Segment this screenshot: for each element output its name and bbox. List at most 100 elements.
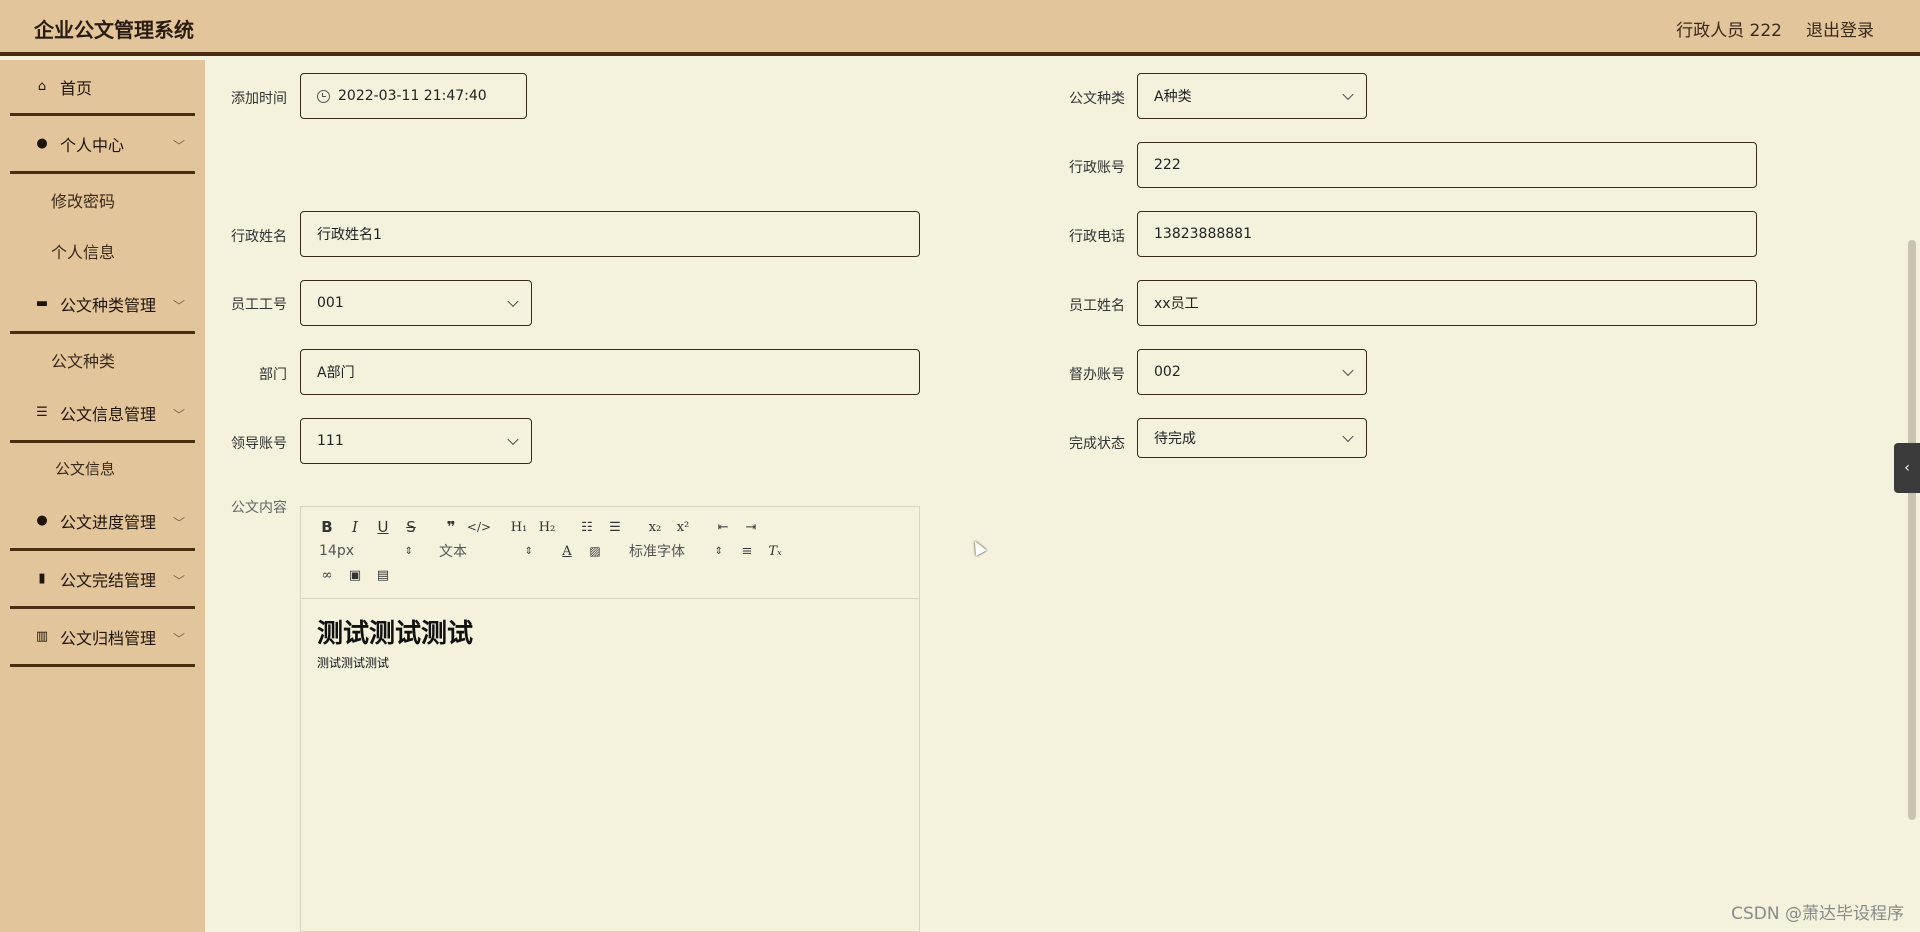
status-select[interactable]: 待完成: [1137, 418, 1367, 458]
sidebar-item-doc-progress-mgmt[interactable]: ● 公文进度管理 ﹀: [10, 493, 195, 551]
link-icon[interactable]: ∞: [313, 568, 341, 583]
sidebar-item-label: 首页: [60, 78, 93, 98]
dept-input[interactable]: A部门: [300, 349, 920, 395]
clock-icon: [317, 89, 330, 103]
bullet-list-icon[interactable]: ☰: [601, 520, 629, 535]
collapse-panel-button[interactable]: ‹: [1894, 443, 1920, 493]
chevron-down-icon: [1342, 430, 1354, 443]
chevron-down-icon: ﹀: [172, 574, 185, 588]
quote-icon[interactable]: ❞: [437, 518, 465, 536]
supervisor-select[interactable]: 002: [1137, 349, 1367, 395]
chevron-left-icon: ‹: [1904, 460, 1910, 476]
emp-no-value: 001: [317, 295, 344, 311]
chevron-down-icon: [1342, 364, 1354, 377]
updown-icon: ⇕: [524, 545, 533, 557]
subscript-button[interactable]: x₂: [641, 520, 669, 535]
dept-value: A部门: [317, 365, 355, 381]
ordered-list-icon[interactable]: ☷: [573, 520, 601, 535]
app-title: 企业公文管理系统: [34, 18, 194, 42]
align-icon[interactable]: ≡: [733, 544, 761, 559]
watermark: CSDN @萧达毕设程序: [1731, 904, 1904, 924]
updown-icon: ⇕: [714, 545, 723, 557]
status-value: 待完成: [1154, 431, 1196, 447]
h1-button[interactable]: H₁: [505, 520, 533, 535]
rich-text-editor: B I U S ❞ </> H₁ H₂ ☷ ☰ x₂ x² ⇤ ⇥ 14px ⇕…: [300, 506, 920, 932]
add-time-label: 添加时间: [231, 91, 287, 107]
emp-name-value: xx员工: [1154, 296, 1199, 312]
user-label[interactable]: 行政人员 222: [1676, 16, 1782, 41]
outdent-icon[interactable]: ⇤: [709, 520, 737, 535]
bulb-icon: ●: [36, 513, 48, 528]
content-heading: 测试测试测试: [317, 619, 474, 649]
admin-account-label: 行政账号: [1069, 160, 1125, 176]
clear-format-icon[interactable]: Tₓ: [761, 544, 789, 559]
admin-name-label: 行政姓名: [231, 229, 287, 245]
user-icon: ●: [36, 136, 48, 151]
font-color-icon[interactable]: A: [553, 544, 581, 559]
emp-name-label: 员工姓名: [1069, 298, 1125, 314]
clipboard-icon: ▮: [38, 571, 46, 586]
sidebar-item-doc-info-mgmt[interactable]: ☰ 公文信息管理 ﹀: [10, 385, 195, 443]
page-scrollbar[interactable]: [1908, 240, 1916, 820]
doc-type-label: 公文种类: [1069, 91, 1125, 107]
indent-icon[interactable]: ⇥: [737, 520, 765, 535]
status-label: 完成状态: [1069, 436, 1125, 452]
bold-button[interactable]: B: [313, 518, 341, 536]
video-icon[interactable]: ▤: [369, 568, 397, 583]
emp-no-select[interactable]: 001: [300, 280, 532, 326]
user-area: 行政人员 222 退出登录: [1676, 16, 1874, 41]
admin-phone-value: 13823888881: [1154, 226, 1252, 242]
emp-name-input[interactable]: xx员工: [1137, 280, 1757, 326]
updown-icon: ⇕: [404, 545, 413, 557]
doc-type-select[interactable]: A种类: [1137, 73, 1367, 119]
list-icon: ☰: [36, 405, 48, 420]
image-icon[interactable]: ▣: [341, 568, 369, 583]
sidebar-item-doc-archive-mgmt[interactable]: ▥ 公文归档管理 ﹀: [10, 609, 195, 667]
ticket-icon: ▬: [35, 296, 49, 311]
background-color-icon[interactable]: ▨: [581, 544, 609, 558]
strike-button[interactable]: S: [397, 518, 425, 536]
sidebar-item-doc-info[interactable]: 公文信息: [0, 443, 205, 493]
books-icon: ▥: [35, 629, 49, 644]
top-bar: 企业公文管理系统 行政人员 222 退出登录: [0, 0, 1920, 56]
italic-button[interactable]: I: [341, 518, 369, 536]
admin-account-value: 222: [1154, 157, 1181, 173]
sidebar-item-change-password[interactable]: 修改密码: [0, 174, 205, 225]
sidebar-item-personal-info[interactable]: 个人信息: [0, 225, 205, 276]
admin-name-input[interactable]: 行政姓名1: [300, 211, 920, 257]
logout-button[interactable]: 退出登录: [1806, 16, 1874, 41]
sidebar-item-label: 公文归档管理: [60, 628, 157, 648]
font-family-select[interactable]: 标准字体 ⇕: [623, 541, 723, 561]
sidebar-item-label: 公文进度管理: [60, 512, 157, 532]
add-time-value: 2022-03-11 21:47:40: [338, 88, 487, 104]
superscript-button[interactable]: x²: [669, 520, 697, 535]
supervisor-value: 002: [1154, 364, 1181, 380]
doc-type-value: A种类: [1154, 89, 1192, 105]
sidebar-item-label: 公文完结管理: [60, 570, 157, 590]
sidebar: ⌂ 首页 ● 个人中心 ﹀ 修改密码 个人信息 ▬ 公文种类管理 ﹀ 公文种类 …: [0, 60, 205, 932]
sidebar-item-personal-center[interactable]: ● 个人中心 ﹀: [10, 116, 195, 174]
add-time-input[interactable]: 2022-03-11 21:47:40: [300, 73, 527, 119]
text-style-value: 文本: [439, 544, 467, 560]
chevron-down-icon: [1342, 88, 1354, 101]
leader-label: 领导账号: [231, 436, 287, 452]
text-style-select[interactable]: 文本 ⇕: [433, 541, 533, 561]
supervisor-label: 督办账号: [1069, 367, 1125, 383]
sidebar-item-label: 个人中心: [60, 135, 125, 155]
admin-phone-input[interactable]: 13823888881: [1137, 211, 1757, 257]
sidebar-item-doc-type-mgmt[interactable]: ▬ 公文种类管理 ﹀: [10, 276, 195, 334]
font-size-value: 14px: [319, 543, 354, 559]
underline-button[interactable]: U: [369, 518, 397, 536]
font-size-select[interactable]: 14px ⇕: [313, 543, 413, 559]
font-family-value: 标准字体: [629, 544, 685, 560]
sidebar-item-home[interactable]: ⌂ 首页: [10, 60, 195, 116]
sidebar-item-doc-complete-mgmt[interactable]: ▮ 公文完结管理 ﹀: [10, 551, 195, 609]
editor-content[interactable]: 测试测试测试 测试测试测试: [301, 599, 919, 685]
sidebar-item-doc-type[interactable]: 公文种类: [0, 334, 205, 385]
h2-button[interactable]: H₂: [533, 520, 561, 535]
code-icon[interactable]: </>: [465, 520, 493, 534]
chevron-down-icon: ﹀: [172, 516, 185, 530]
content-body: 测试测试测试: [317, 656, 390, 670]
leader-select[interactable]: 111: [300, 418, 532, 464]
admin-account-input[interactable]: 222: [1137, 142, 1757, 188]
